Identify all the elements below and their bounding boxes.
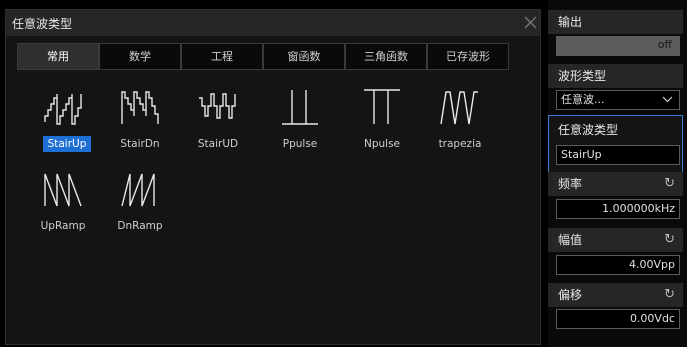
arb-wave-type-dialog: 任意波类型 常用 数学 工程 窗函数 三角函数 已存波形 StairUp Sta…: [5, 9, 541, 345]
offset-field[interactable]: 0.00Vdc: [556, 309, 680, 329]
offset-refresh-icon[interactable]: ↻: [664, 283, 675, 307]
trapezoid-wave-icon: [440, 91, 478, 125]
amplitude-label: 幅值: [558, 233, 583, 247]
stair-down-wave-icon: [121, 91, 159, 124]
offset-row: 偏移 ↻: [548, 283, 683, 307]
close-button[interactable]: [520, 10, 541, 36]
frequency-refresh-icon[interactable]: ↻: [664, 172, 675, 196]
amplitude-refresh-icon[interactable]: ↻: [664, 228, 675, 252]
waveform-item-stairdn[interactable]: StairDn: [104, 84, 176, 160]
arb-type-label: 任意波类型: [558, 123, 619, 137]
up-ramp-wave-icon: [44, 173, 82, 207]
waveform-label-stairdn: StairDn: [120, 138, 160, 150]
waveform-label-npulse: Npulse: [363, 138, 401, 150]
tab-math[interactable]: 数学: [99, 43, 181, 70]
wave-type-select[interactable]: 任意波...: [556, 90, 680, 110]
offset-value: 0.00Vdc: [629, 312, 675, 325]
waveform-item-dnramp[interactable]: DnRamp: [104, 166, 176, 242]
chevron-down-icon: [662, 96, 673, 103]
negative-pulse-icon: [364, 89, 400, 124]
tab-trig-function[interactable]: 三角函数: [345, 43, 427, 70]
tab-engineering[interactable]: 工程: [181, 43, 263, 70]
waveform-item-stairup[interactable]: StairUp: [27, 84, 99, 160]
arb-type-value-box: StairUp: [556, 145, 680, 165]
wave-type-label: 波形类型: [548, 64, 683, 88]
waveform-label-stairup: StairUp: [43, 136, 91, 152]
dialog-title-bar: 任意波类型: [6, 10, 540, 36]
amplitude-field[interactable]: 4.00Vpp: [556, 255, 680, 275]
waveform-item-upramp[interactable]: UpRamp: [27, 166, 99, 242]
channel-settings-panel: 输出 off 波形类型 任意波... 任意波类型 StairUp 频率 ↻ 1.…: [548, 0, 687, 347]
frequency-label: 频率: [558, 177, 583, 191]
waveform-label-trapezia: trapezia: [438, 138, 482, 150]
stair-updown-wave-icon: [199, 93, 236, 119]
tab-window-function[interactable]: 窗函数: [263, 43, 345, 70]
positive-pulse-icon: [282, 90, 318, 125]
arb-type-value: StairUp: [561, 148, 602, 161]
offset-label: 偏移: [558, 288, 583, 302]
stair-up-wave-icon: [44, 94, 82, 125]
tab-common[interactable]: 常用: [17, 43, 99, 70]
close-x-icon: [524, 16, 537, 29]
waveform-item-stairud[interactable]: StairUD: [182, 84, 254, 160]
down-ramp-wave-icon: [121, 173, 155, 207]
waveform-label-stairud: StairUD: [197, 138, 239, 150]
waveform-item-npulse[interactable]: Npulse: [346, 84, 418, 160]
output-toggle-value: off: [657, 38, 672, 51]
output-label: 输出: [548, 10, 683, 34]
frequency-field[interactable]: 1.000000kHz: [556, 199, 680, 219]
waveform-item-trapezia[interactable]: trapezia: [424, 84, 496, 160]
wave-type-value: 任意波...: [561, 93, 605, 106]
waveform-label-dnramp: DnRamp: [117, 220, 163, 232]
waveform-label-ppulse: Ppulse: [282, 138, 318, 150]
output-toggle[interactable]: off: [556, 36, 680, 56]
amplitude-row: 幅值 ↻: [548, 228, 683, 252]
frequency-value: 1.000000kHz: [602, 202, 675, 215]
arb-type-group[interactable]: 任意波类型 StairUp: [548, 115, 683, 175]
waveform-item-ppulse[interactable]: Ppulse: [264, 84, 336, 160]
amplitude-value: 4.00Vpp: [629, 258, 675, 271]
dialog-title: 任意波类型: [12, 17, 73, 31]
waveform-label-upramp: UpRamp: [40, 220, 86, 232]
frequency-row: 频率 ↻: [548, 172, 683, 196]
tab-saved-waveforms[interactable]: 已存波形: [427, 43, 509, 70]
